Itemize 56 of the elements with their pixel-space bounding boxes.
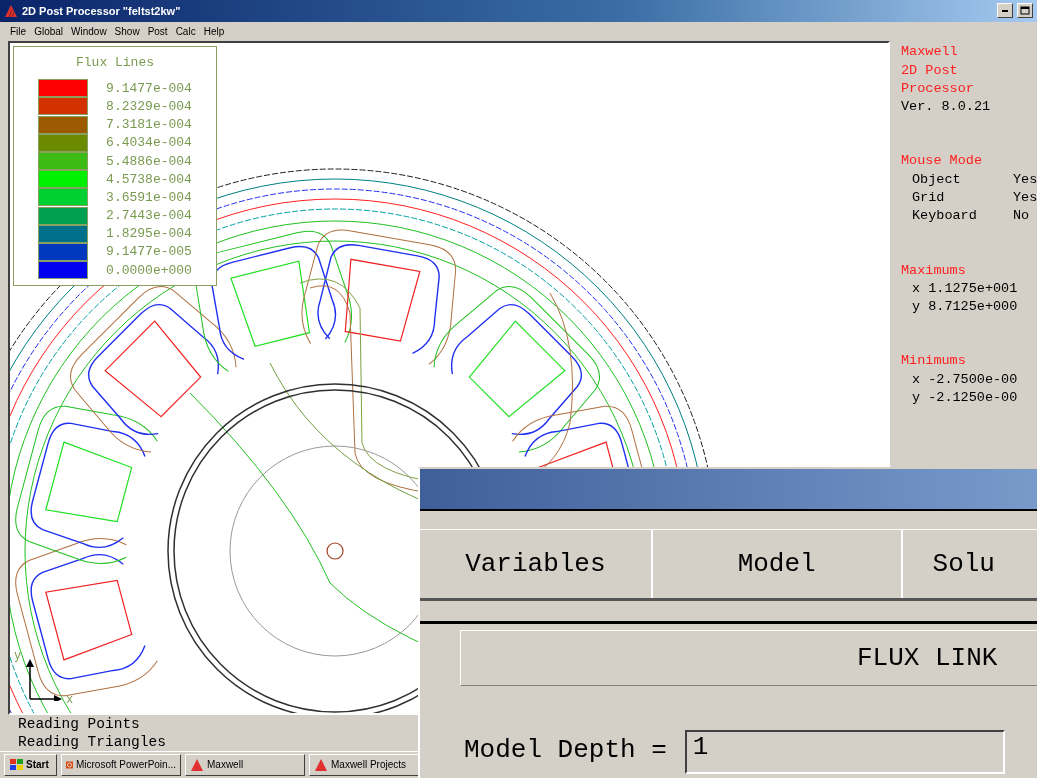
mode-name: Object <box>912 170 962 189</box>
minimize-icon <box>1002 9 1008 12</box>
menu-item[interactable]: Global <box>30 25 68 37</box>
app-name-text: Processor <box>901 79 974 98</box>
legend-label: 0.0000e+000 <box>106 262 192 278</box>
mode-value: Yes <box>1013 170 1037 189</box>
mode-value: No <box>1013 207 1030 226</box>
legend-label: 1.8295e-004 <box>106 226 192 242</box>
center-marker <box>326 542 344 560</box>
menu-item[interactable]: Show <box>110 25 144 37</box>
coordinate-text: x 1.1275e+001 <box>911 279 1018 298</box>
version-text: Ver. 8.0.21 <box>901 98 991 117</box>
coordinate-text: y -2.1250e-00 <box>911 389 1018 408</box>
section-header: FLUX LINK <box>460 630 1037 686</box>
menu-item[interactable]: Window <box>67 25 111 37</box>
field-label: Model Depth = <box>464 736 667 764</box>
coordinate-text: y 8.7125e+000 <box>911 298 1018 317</box>
legend-label: 8.2329e-004 <box>106 99 192 114</box>
app-name-text: Maxwell <box>901 43 958 62</box>
menu-item[interactable]: File <box>6 25 31 37</box>
app-logo-icon <box>314 757 328 772</box>
status-line: Reading Points <box>18 715 140 734</box>
start-button[interactable]: Start <box>4 753 57 776</box>
legend-label: 2.7443e-004 <box>106 208 192 224</box>
app-name-text: 2D Post <box>901 61 958 80</box>
axis-label: x <box>66 693 74 708</box>
section-heading: Mouse Mode <box>901 152 982 171</box>
mode-name: Keyboard <box>912 207 978 226</box>
mode-name: Grid <box>912 189 946 207</box>
minimize-button[interactable] <box>997 3 1013 19</box>
section-heading: Minimums <box>901 352 966 371</box>
legend-label: 7.3181e-004 <box>106 117 192 133</box>
menu-item[interactable]: Help <box>199 25 229 37</box>
legend-label: 9.1477e-004 <box>106 80 192 96</box>
legend-label: 4.5738e-004 <box>106 171 192 187</box>
legend-label: 6.4034e-004 <box>106 135 192 151</box>
section-heading: Maximums <box>901 261 966 280</box>
menu-item[interactable]: Calc <box>171 25 200 37</box>
app-logo-icon <box>4 3 18 18</box>
mode-value: Yes <box>1013 189 1037 207</box>
window-title: 2D Post Processor "feltst2kw" <box>22 4 182 17</box>
app-logo-icon <box>190 757 204 772</box>
windows-flag-icon <box>9 758 23 771</box>
legend-title: Flux Lines <box>76 55 154 71</box>
axis-label: y <box>14 649 22 664</box>
coordinate-text: x -2.7500e-00 <box>911 370 1018 389</box>
maximize-button[interactable] <box>1017 3 1033 19</box>
legend-label: 9.1477e-005 <box>106 244 192 260</box>
status-line: Reading Triangles <box>18 733 166 751</box>
input-field[interactable]: 1 <box>684 730 1005 774</box>
maximize-icon <box>1020 6 1030 16</box>
taskbar-button[interactable]: Maxwell <box>185 753 305 776</box>
legend-label: 3.6591e-004 <box>106 189 192 205</box>
menu-item[interactable]: Post <box>143 25 172 37</box>
taskbar-button[interactable]: Microsoft PowerPoin... <box>61 753 181 776</box>
legend-label: 5.4886e-004 <box>106 153 192 169</box>
